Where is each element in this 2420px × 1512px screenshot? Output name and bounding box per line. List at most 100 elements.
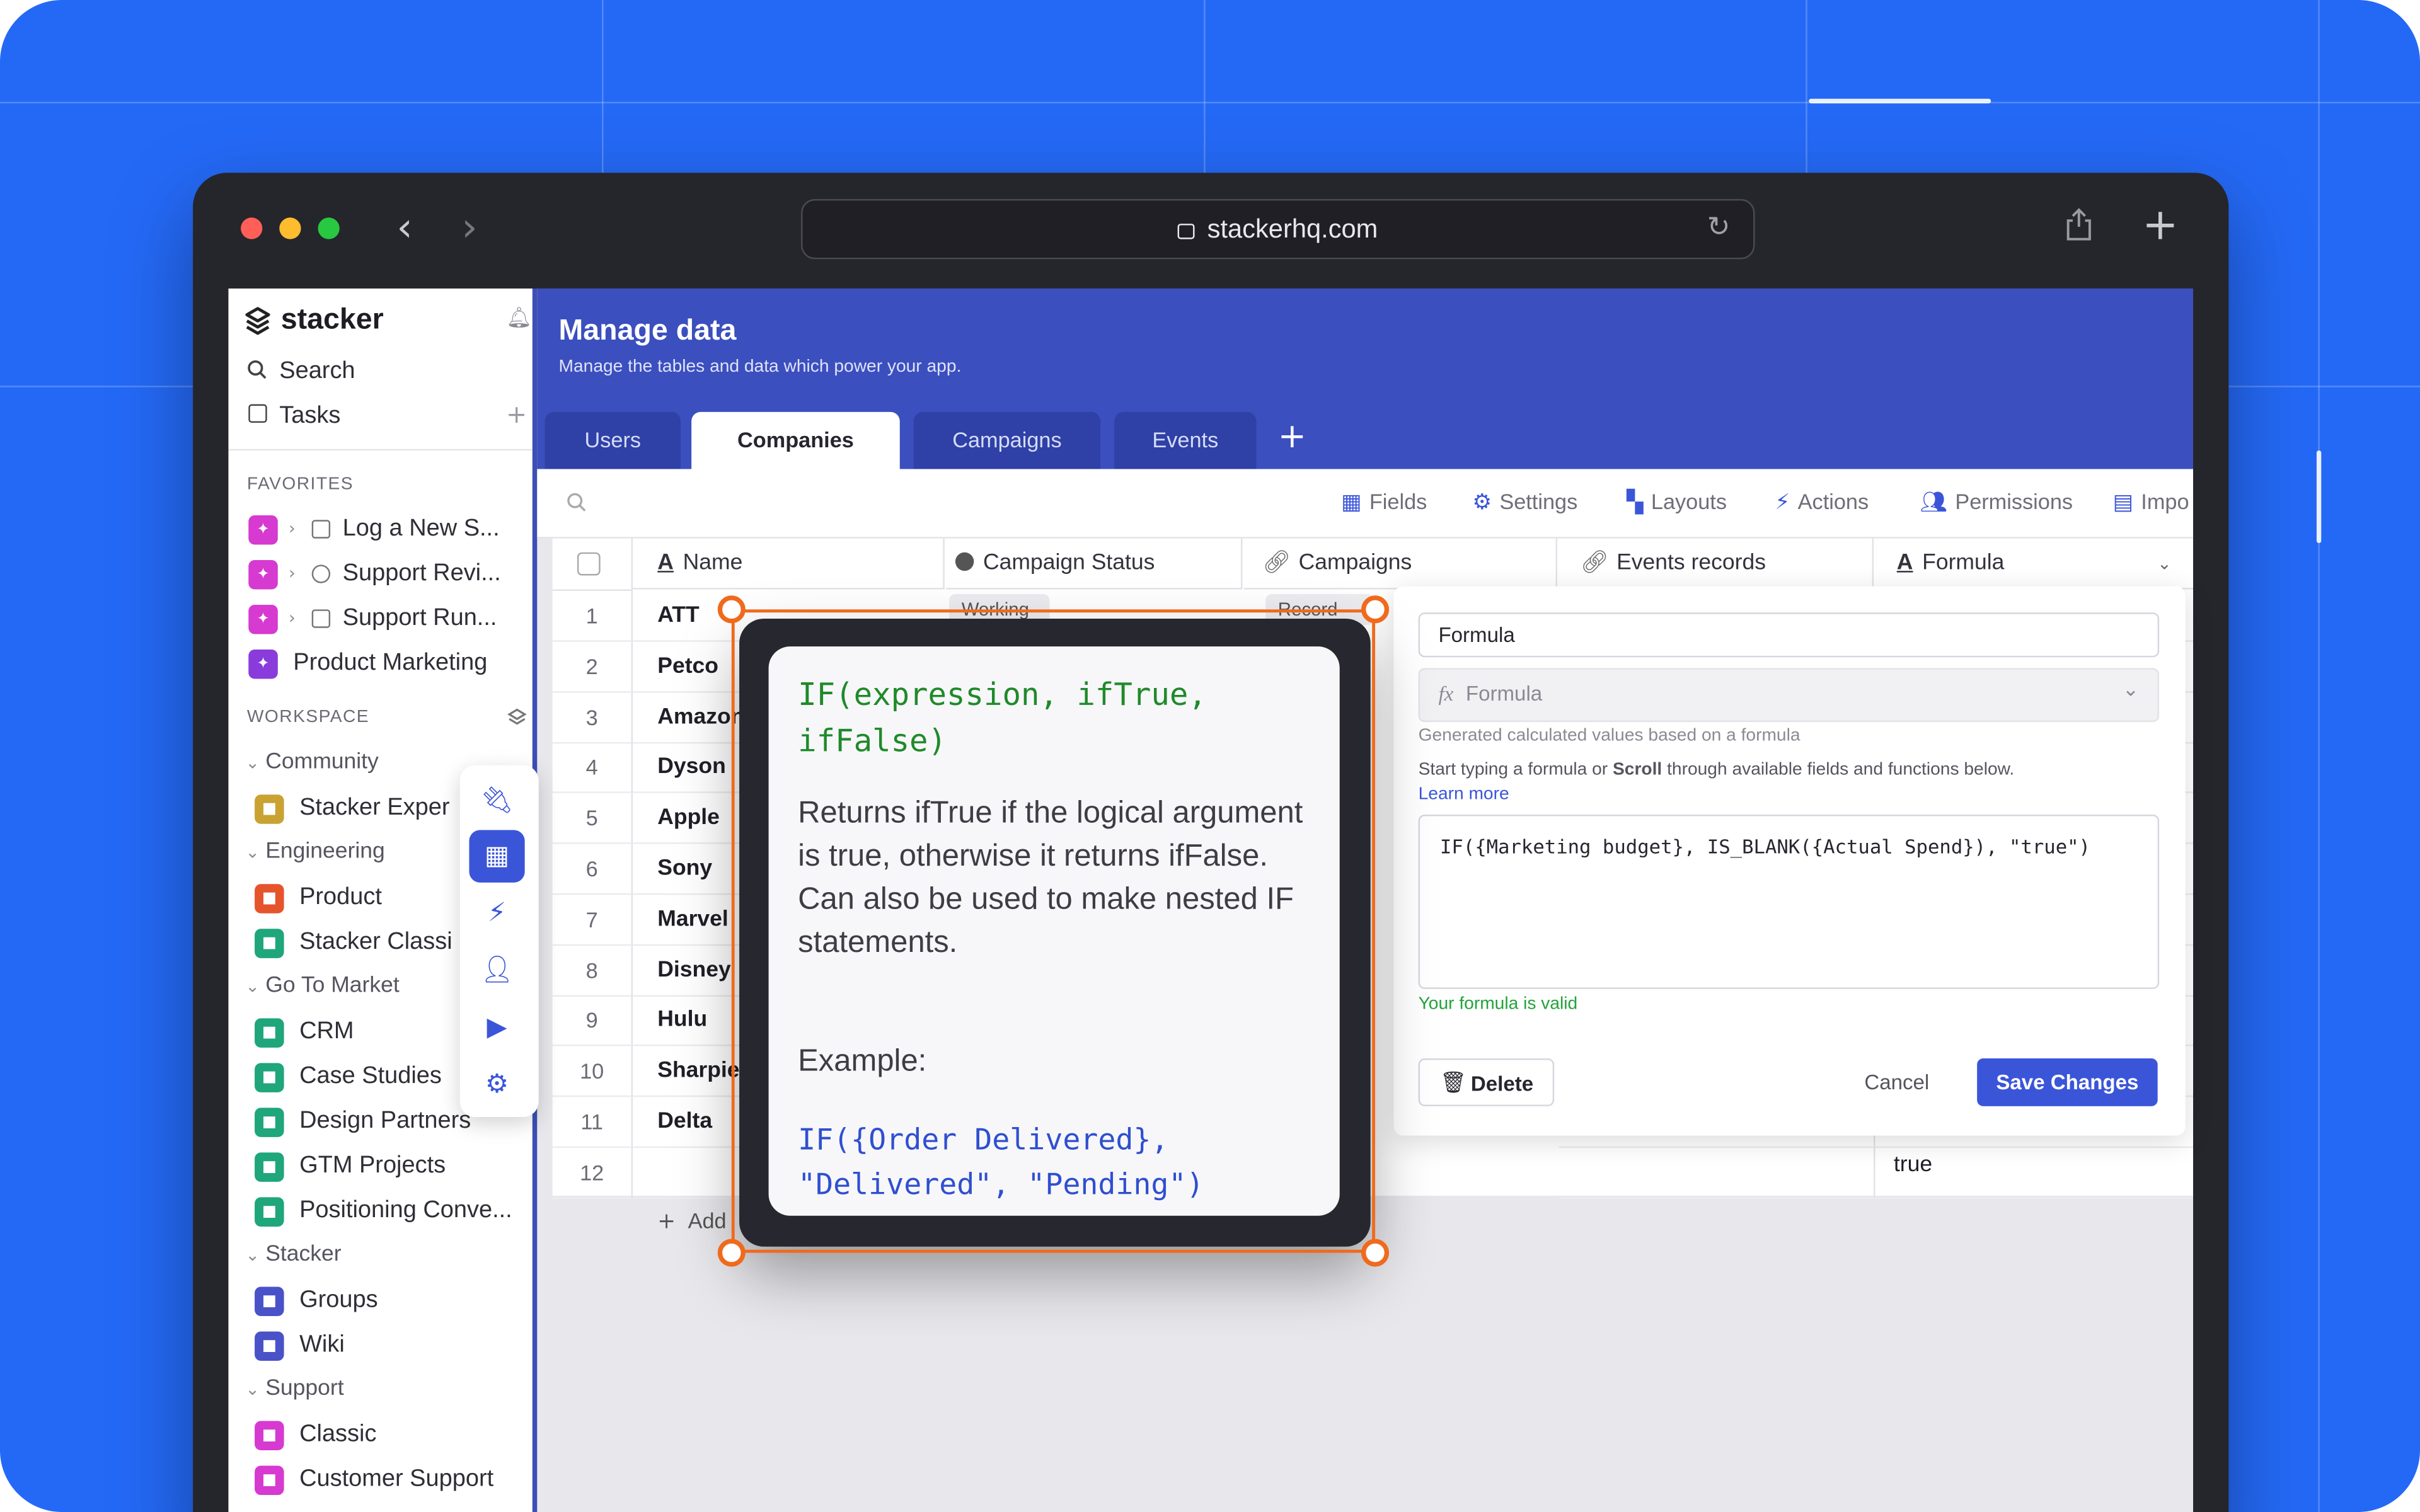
plug-icon[interactable]: 🔌︎: [469, 774, 524, 827]
users-icon: 👥︎: [1920, 490, 1948, 515]
sidebar-app-item[interactable]: Case Studies: [299, 1063, 442, 1091]
sidebar-app-item[interactable]: CRM: [299, 1018, 354, 1046]
chevron-right-icon[interactable]: ›: [289, 563, 296, 583]
select-all-checkbox[interactable]: [577, 552, 601, 576]
forward-arrow-icon[interactable]: ›: [461, 209, 477, 249]
layers-icon[interactable]: [506, 707, 527, 728]
gear-icon[interactable]: ⚙: [469, 1058, 524, 1111]
delete-button[interactable]: 🗑︎ Delete: [1418, 1058, 1555, 1106]
formula-cell-value[interactable]: true: [1894, 1152, 1932, 1177]
resize-handle-top-left[interactable]: [717, 595, 746, 624]
favorite-item[interactable]: Support Revi...: [343, 560, 501, 588]
search-icon: [247, 360, 267, 380]
sidebar-app-item[interactable]: Product: [299, 884, 382, 912]
user-icon[interactable]: 👤︎: [469, 944, 524, 997]
chevron-right-icon[interactable]: ›: [289, 608, 296, 628]
workspace-group[interactable]: Community: [265, 750, 379, 774]
table-cell[interactable]: [1559, 1147, 1876, 1199]
tab-campaigns[interactable]: Campaigns: [913, 411, 1101, 469]
row-number[interactable]: 8: [552, 945, 633, 997]
chevron-down-icon[interactable]: ⌄: [245, 753, 260, 773]
field-type-select[interactable]: fx Formula ⌄: [1418, 668, 2160, 723]
search-link[interactable]: Search: [279, 358, 355, 386]
back-arrow-icon[interactable]: ‹: [396, 209, 412, 249]
reload-icon[interactable]: ↻: [1707, 212, 1731, 244]
add-table-icon[interactable]: +: [1278, 418, 1306, 457]
row-number[interactable]: 2: [552, 641, 633, 693]
column-header-campaign-status[interactable]: Campaign Status: [946, 538, 1243, 590]
row-number[interactable]: 7: [552, 894, 633, 946]
chevron-right-icon[interactable]: ›: [289, 518, 296, 539]
row-number[interactable]: 11: [552, 1097, 633, 1148]
actions-button[interactable]: ⚡︎ Actions: [1775, 489, 1869, 515]
row-number[interactable]: 4: [552, 742, 633, 794]
column-header-events-records[interactable]: 🔗︎ Events records: [1559, 538, 1874, 590]
tab-users[interactable]: Users: [544, 411, 681, 469]
favorite-item[interactable]: Support Run...: [343, 605, 497, 633]
sidebar-app-item[interactable]: Stacker Classi: [299, 929, 452, 956]
layouts-button[interactable]: ▚ Layouts: [1627, 489, 1727, 515]
tab-companies[interactable]: Companies: [691, 411, 900, 469]
chevron-down-icon[interactable]: ⌄: [245, 1245, 260, 1265]
row-number[interactable]: 12: [552, 1147, 633, 1199]
resize-handle-bottom-left[interactable]: [717, 1239, 746, 1267]
settings-button[interactable]: ⚙ Settings: [1472, 489, 1577, 515]
fields-button[interactable]: ▦ Fields: [1341, 489, 1427, 515]
sidebar-app-item[interactable]: Wiki: [299, 1331, 345, 1359]
sidebar-app-item[interactable]: Classic: [299, 1421, 376, 1449]
search-icon[interactable]: [567, 492, 587, 512]
play-icon[interactable]: ▶: [469, 1001, 524, 1053]
column-header-name[interactable]: A Name: [633, 538, 945, 590]
resize-handle-bottom-right[interactable]: [1361, 1239, 1390, 1267]
sidebar-app-item[interactable]: Customer Support: [299, 1466, 493, 1494]
row-number[interactable]: 5: [552, 793, 633, 845]
cancel-button[interactable]: Cancel: [1864, 1071, 1929, 1094]
workspace-group[interactable]: Engineering: [265, 839, 385, 864]
formula-editor[interactable]: IF({Marketing budget}, IS_BLANK({Actual …: [1418, 815, 2160, 989]
chevron-down-icon[interactable]: ⌄: [245, 976, 260, 997]
address-bar[interactable]: stackerhq.com: [801, 198, 1755, 260]
workspace-group[interactable]: Stacker: [265, 1242, 341, 1266]
sidebar-app-item[interactable]: Groups: [299, 1286, 378, 1314]
import-button[interactable]: ▤ Impo: [2113, 489, 2189, 515]
close-window-button[interactable]: [241, 217, 263, 239]
bolt-icon[interactable]: ⚡︎: [469, 887, 524, 939]
column-header-campaigns[interactable]: 🔗︎ Campaigns: [1243, 538, 1558, 590]
bg-highlight-bar: [1809, 98, 1991, 104]
column-header-formula[interactable]: A Formula ⌄: [1875, 538, 2193, 590]
add-row-button[interactable]: + Add: [657, 1208, 726, 1235]
workspace-group[interactable]: Go To Market: [265, 973, 400, 998]
sidebar-app-item[interactable]: GTM Projects: [299, 1152, 446, 1180]
minimize-window-button[interactable]: [279, 217, 301, 239]
row-number[interactable]: 9: [552, 995, 633, 1047]
chevron-down-icon[interactable]: ⌄: [245, 1379, 260, 1399]
chevron-down-icon[interactable]: ⌄: [245, 842, 260, 862]
row-number[interactable]: 10: [552, 1046, 633, 1097]
row-number[interactable]: 1: [552, 590, 633, 642]
row-number[interactable]: 6: [552, 844, 633, 895]
app-icon: ■: [255, 884, 284, 914]
favorite-item[interactable]: Log a New S...: [343, 515, 500, 543]
favorite-item[interactable]: Product Marketing: [293, 650, 487, 677]
share-icon[interactable]: [2065, 207, 2093, 241]
new-tab-icon[interactable]: +: [2142, 203, 2178, 247]
permissions-button[interactable]: 👥︎ Permissions: [1920, 489, 2073, 515]
resize-handle-top-right[interactable]: [1361, 595, 1390, 624]
app-icon: ■: [255, 1018, 284, 1048]
row-number[interactable]: 3: [552, 692, 633, 743]
table-icon[interactable]: ▦: [469, 830, 525, 883]
tab-events[interactable]: Events: [1114, 411, 1257, 469]
formula-valid-message: Your formula is valid: [1418, 995, 1578, 1014]
tasks-link[interactable]: Tasks: [279, 403, 340, 430]
maximize-window-button[interactable]: [318, 217, 340, 239]
add-task-icon[interactable]: +: [506, 399, 527, 429]
save-changes-button[interactable]: Save Changes: [1977, 1058, 2158, 1106]
workspace-group[interactable]: Support: [265, 1376, 343, 1400]
sidebar-app-item[interactable]: Stacker Exper: [299, 794, 449, 822]
bell-icon[interactable]: 🔔︎: [506, 307, 531, 330]
sidebar-app-item[interactable]: Positioning Conve...: [299, 1197, 512, 1225]
sidebar-app-item[interactable]: Design Partners: [299, 1108, 471, 1135]
field-name-input[interactable]: Formula: [1418, 612, 2160, 658]
brand-name: stacker: [280, 304, 384, 336]
learn-more-link[interactable]: Learn more: [1419, 786, 1509, 804]
